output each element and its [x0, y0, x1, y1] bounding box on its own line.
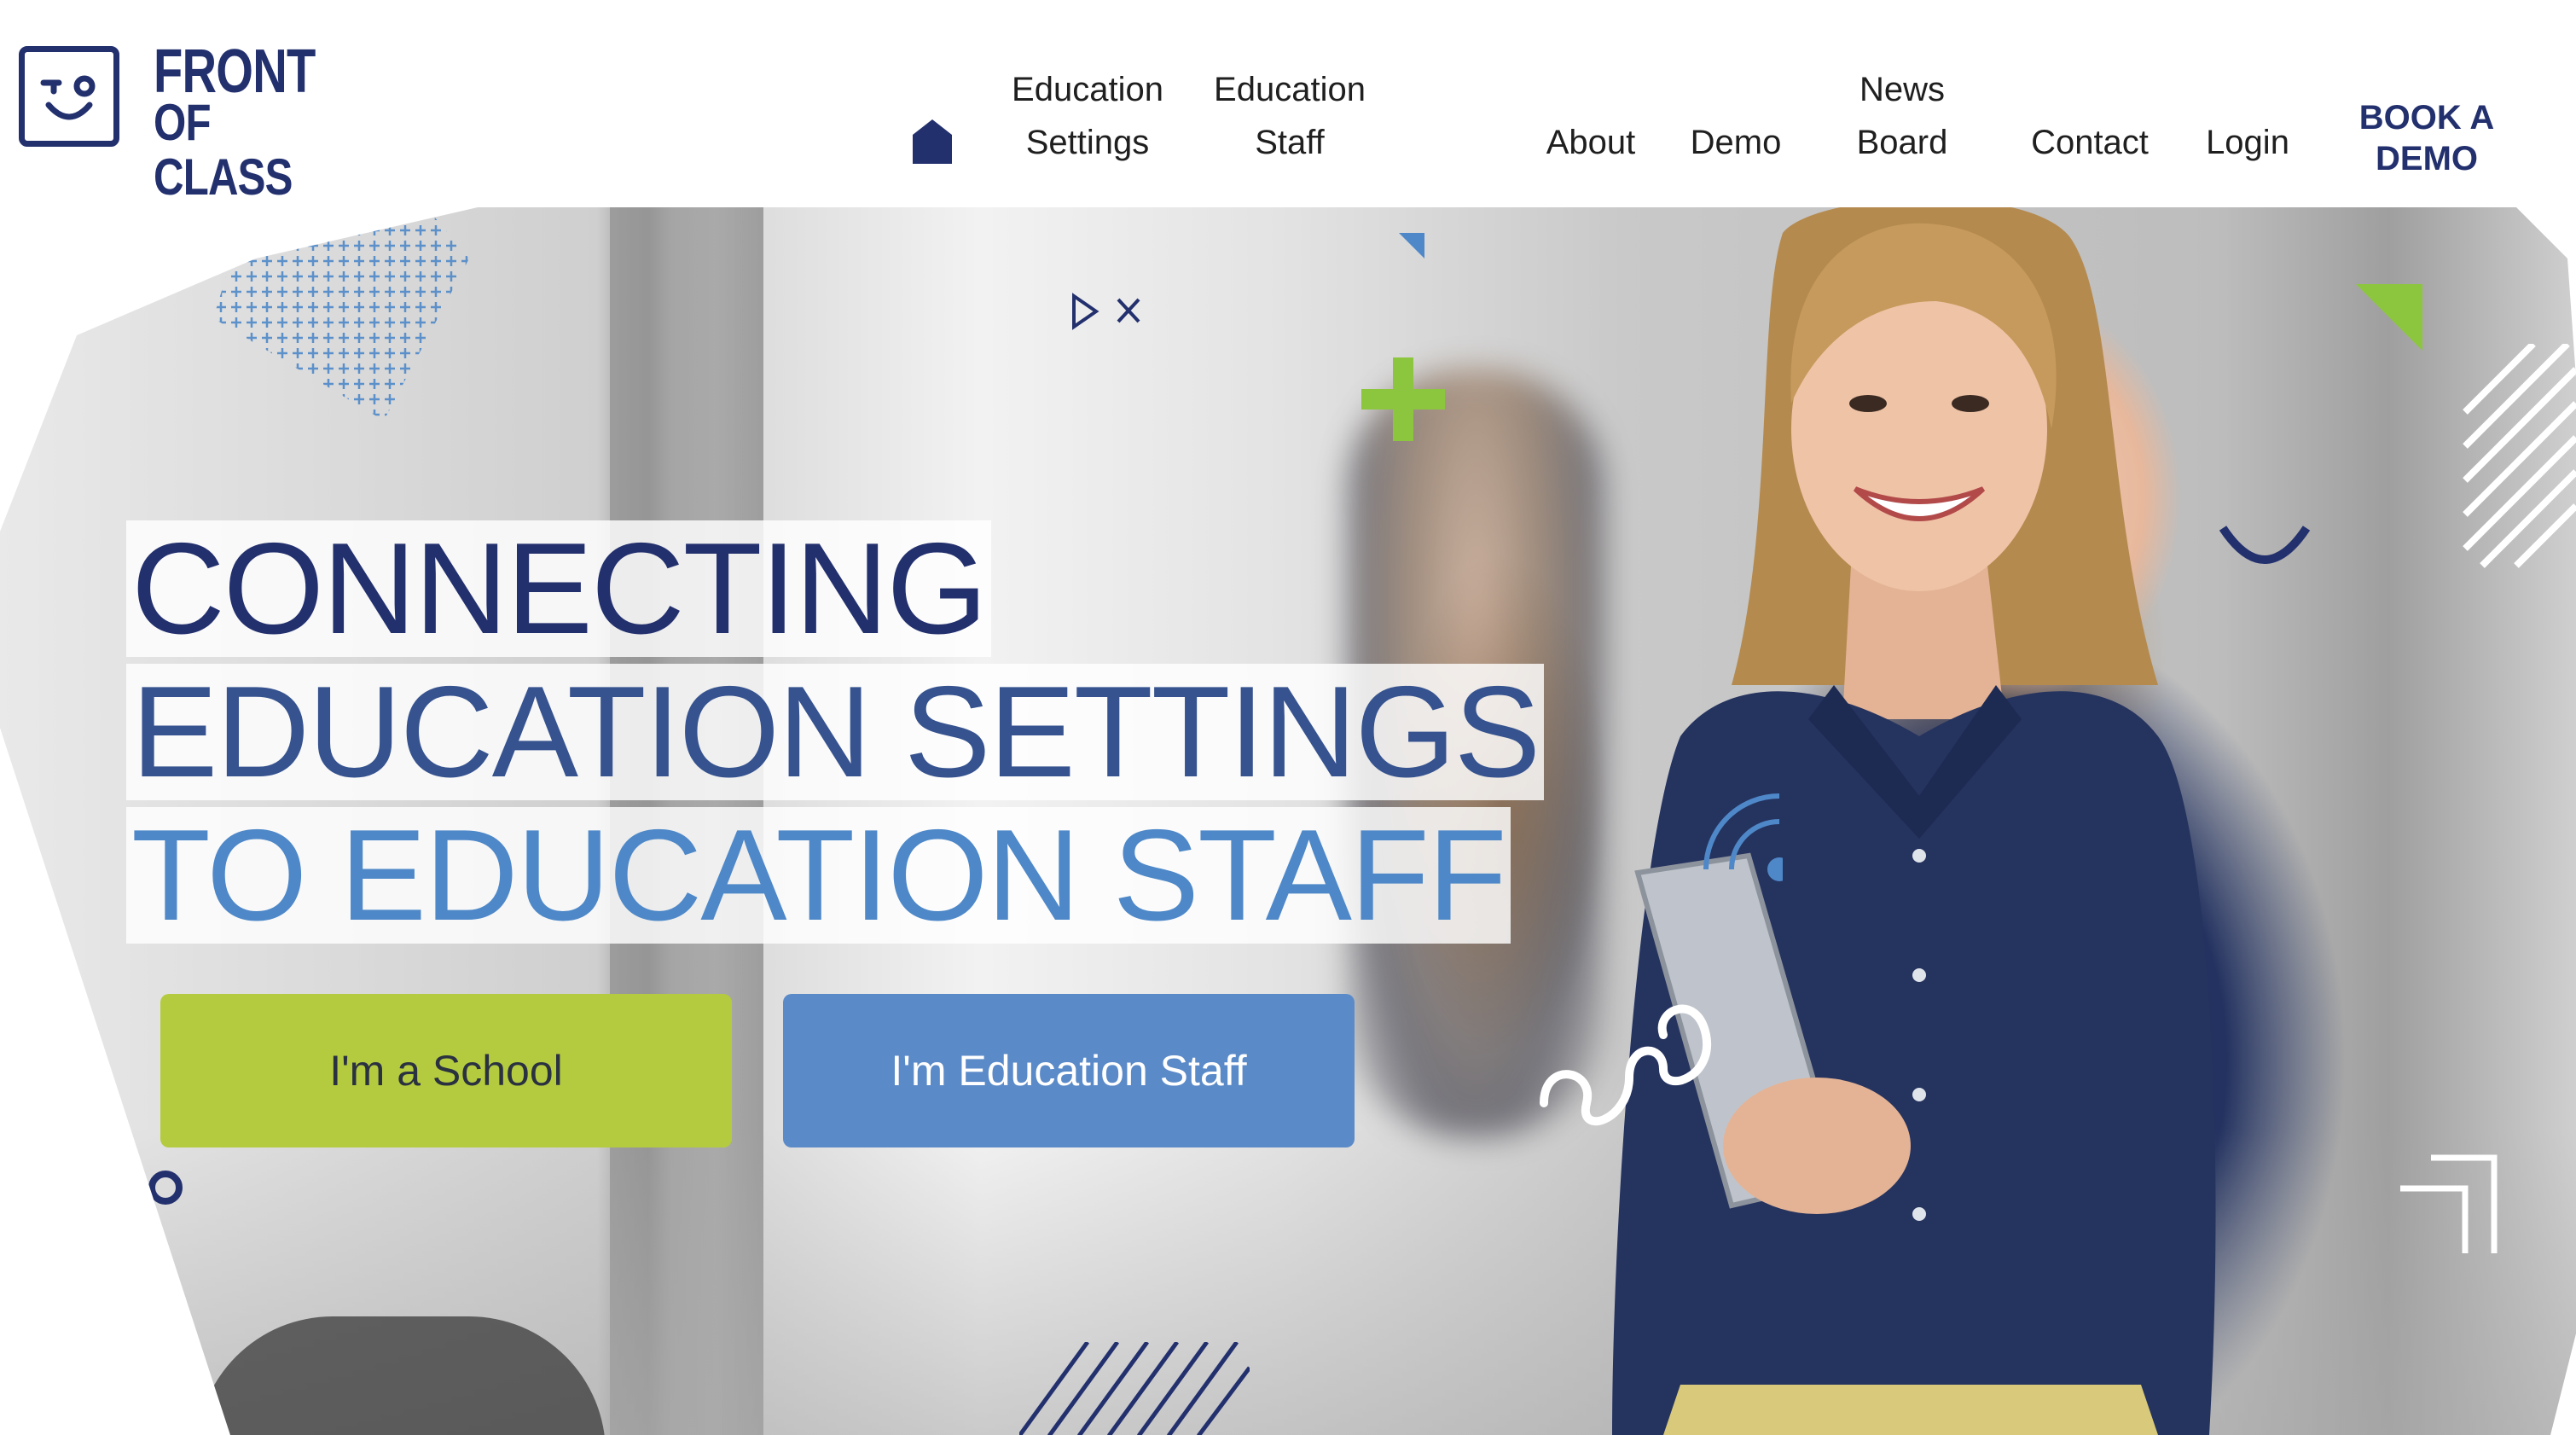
- nav-label-line1: Education: [1012, 71, 1163, 108]
- logo-smiley-icon: [19, 46, 119, 147]
- logo-wordmark: FRONT OF CLASS: [154, 38, 361, 206]
- nav-login[interactable]: Login: [2192, 116, 2303, 169]
- hero-photo-woman: [1612, 207, 2216, 1435]
- triangle-icon: [1399, 233, 1424, 259]
- nav-education-settings[interactable]: Education Settings: [1007, 63, 1169, 169]
- headline-line-2: EDUCATION SETTINGS: [126, 664, 1545, 800]
- nav-label-line2: Staff: [1255, 124, 1325, 161]
- home-icon[interactable]: [913, 119, 952, 164]
- ring-icon: [148, 1171, 183, 1205]
- nav-label-line2: Settings: [1025, 124, 1150, 161]
- nav-label: Login: [2206, 124, 2289, 161]
- triangle-green-icon: [2356, 284, 2422, 351]
- cross-pattern-icon: [213, 207, 469, 421]
- squiggle-white-icon: [1540, 1004, 1712, 1126]
- headline-line-1: CONNECTING: [126, 520, 991, 657]
- hero-headline: CONNECTING EDUCATION SETTINGS TO EDUCATI…: [126, 520, 1545, 950]
- nav-contact[interactable]: Contact: [2017, 116, 2162, 169]
- im-education-staff-button[interactable]: I'm Education Staff: [783, 994, 1355, 1147]
- logo[interactable]: FRONT OF CLASS: [19, 41, 326, 205]
- smile-arc-icon: [2219, 526, 2311, 564]
- nav-about[interactable]: About: [1535, 116, 1646, 169]
- headline-line-3: TO EDUCATION STAFF: [126, 807, 1511, 944]
- nav-label-line2: Board: [1856, 124, 1948, 161]
- nav-label: About: [1546, 124, 1636, 161]
- wifi-icon: [1703, 793, 1783, 881]
- book-demo-line2: DEMO: [2376, 140, 2478, 177]
- nav-label: Demo: [1690, 124, 1782, 161]
- plus-green-icon: [1361, 357, 1445, 441]
- stripes-navy-icon: [1019, 1342, 1250, 1435]
- nav-news-board[interactable]: News Board: [1842, 63, 1962, 169]
- nav-label-line1: News: [1859, 71, 1946, 108]
- logo-text-front: FRONT: [154, 38, 316, 106]
- corner-bracket-icon: [2400, 1154, 2498, 1253]
- stripes-white-icon: [2463, 344, 2576, 568]
- plus-small-icon: [72, 1081, 107, 1117]
- im-a-school-button[interactable]: I'm a School: [160, 994, 732, 1147]
- nav-label: Contact: [2031, 124, 2149, 161]
- book-demo-button[interactable]: BOOK A DEMO: [2337, 94, 2516, 179]
- nav-education-staff[interactable]: Education Staff: [1204, 63, 1375, 169]
- logo-text-of-class: OF CLASS: [154, 94, 293, 206]
- book-demo-line1: BOOK A: [2358, 99, 2495, 137]
- nav-label-line1: Education: [1214, 71, 1366, 108]
- play-close-icon: [1072, 293, 1140, 330]
- nav-demo[interactable]: Demo: [1680, 116, 1791, 169]
